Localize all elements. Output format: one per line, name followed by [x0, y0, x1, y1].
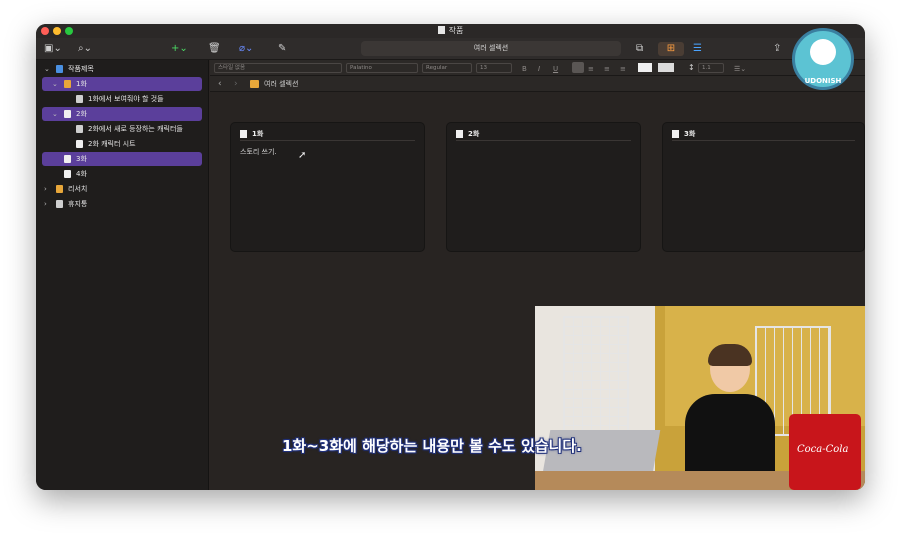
align-center-icon[interactable]: ≡: [588, 62, 594, 76]
chevron-down-icon[interactable]: ⌄: [52, 107, 58, 121]
window-title: 작품: [36, 25, 865, 36]
logo-text: UDONISH: [804, 77, 842, 85]
line-spacing-icon[interactable]: ↕: [688, 61, 695, 75]
corkboard-card[interactable]: 2화: [446, 122, 641, 252]
add-icon[interactable]: +⌄: [171, 42, 188, 56]
outline-view-icon[interactable]: ☰: [693, 42, 702, 56]
path-bar: ‹ › 여러 셀렉션: [210, 76, 865, 92]
card-title: 3화: [672, 129, 855, 141]
forward-arrow-icon[interactable]: ›: [234, 77, 238, 91]
list-icon[interactable]: ☰⌄: [734, 62, 746, 76]
trash-icon[interactable]: 🗑: [208, 42, 221, 56]
attachment-icon[interactable]: ⌀⌄: [239, 42, 253, 56]
chevron-right-icon[interactable]: ›: [44, 182, 47, 196]
binder-item-label: 4화: [76, 170, 87, 178]
binder-item-label: 리서치: [68, 185, 88, 193]
binder-item-label: 2화 캐릭터 시트: [88, 140, 136, 148]
webcam-video-overlay: Coca-Cola: [535, 306, 865, 490]
card-synopsis[interactable]: 스토리 쓰기.: [240, 147, 277, 157]
folder-doc-icon: [456, 130, 463, 138]
chevron-down-icon[interactable]: ⌄: [52, 77, 58, 91]
underline-icon[interactable]: U: [553, 62, 558, 76]
document-icon: [672, 130, 679, 138]
binder-item-research[interactable]: › 리서치: [42, 182, 202, 196]
folder-doc-icon: [64, 110, 71, 118]
binder-item-label: 2화에서 새로 등장하는 캐릭터들: [88, 125, 183, 133]
project-icon: [56, 65, 63, 73]
chevron-right-icon[interactable]: ›: [44, 197, 47, 211]
folder-doc-icon: [64, 80, 71, 88]
binder-item-7[interactable]: 4화: [42, 167, 202, 181]
line-spacing-select[interactable]: 1.1: [698, 63, 724, 73]
document-icon: [76, 125, 83, 133]
binder-item-label: 3화: [76, 155, 87, 163]
sidebar-toggle-icon[interactable]: ▣⌄: [44, 42, 62, 56]
highlight-color-swatch[interactable]: [658, 63, 674, 72]
bold-icon[interactable]: B: [522, 62, 527, 76]
search-icon[interactable]: ⌕⌄: [78, 42, 92, 56]
corkboard-card[interactable]: 3화: [662, 122, 865, 252]
binder-item-4[interactable]: 2화에서 새로 등장하는 캐릭터들: [42, 122, 202, 136]
binder-item-1[interactable]: ⌄ 1화: [42, 77, 202, 91]
wire-shelf: [563, 316, 629, 436]
corkboard-card[interactable]: 1화 스토리 쓰기. ➚: [230, 122, 425, 252]
binder-item-label: 2화: [76, 110, 87, 118]
binder-root[interactable]: ⌄ 작품제목: [42, 62, 202, 76]
align-right-icon[interactable]: ≡: [604, 62, 610, 76]
binder-item-5[interactable]: 2화 캐릭터 시트: [42, 137, 202, 151]
format-bar: 스타일 없음 Palatino Regular 13 B I U ≡ ≡ ≡ ↕…: [210, 60, 865, 76]
binder-item-6[interactable]: 3화: [42, 152, 202, 166]
align-left-icon[interactable]: [572, 62, 584, 73]
back-arrow-icon[interactable]: ‹: [218, 77, 222, 91]
document-icon: [437, 26, 445, 34]
text-color-swatch[interactable]: [638, 63, 652, 72]
toolbar-center-label: 여러 셀렉션: [361, 41, 621, 56]
binder-item-trash[interactable]: › 휴지통: [42, 197, 202, 211]
mouse-cursor-icon: ➚: [298, 150, 307, 161]
card-title: 1화: [240, 129, 415, 141]
binder-item-label: 1화: [76, 80, 87, 88]
document-icon: [76, 95, 83, 103]
document-icon: [76, 140, 83, 148]
multi-selection-icon: [250, 80, 259, 88]
compose-icon[interactable]: ✎: [278, 42, 286, 56]
trash-icon: [56, 200, 63, 208]
binder-item-label: 1화에서 보여줘야 할 것들: [88, 95, 164, 103]
italic-icon[interactable]: I: [538, 62, 540, 76]
font-select[interactable]: Palatino: [346, 63, 418, 73]
card-title: 2화: [456, 129, 631, 141]
video-subtitle: 1화~3화에 해당하는 내용만 볼 수도 있습니다.: [282, 437, 582, 455]
binder-item-label: 휴지통: [68, 200, 88, 208]
toolbar: ▣⌄ ⌕⌄ +⌄ 🗑 ⌀⌄ ✎ 여러 셀렉션 ⧉ ⊞ ☰ ⇪: [36, 38, 865, 60]
cooler-logo-text: Coca-Cola: [797, 444, 849, 455]
document-icon: [64, 170, 71, 178]
binder-sidebar: ⌄ 작품제목 ⌄ 1화 1화에서 보여줘야 할 것들 ⌄ 2화 2화에서 새로 …: [36, 60, 209, 490]
document-icon: [64, 155, 71, 163]
style-select[interactable]: 스타일 없음: [214, 63, 342, 73]
size-select[interactable]: 13: [476, 63, 512, 73]
binder-item-2[interactable]: 1화에서 보여줘야 할 것들: [42, 92, 202, 106]
channel-logo: UDONISH: [792, 28, 854, 90]
title-bar: 작품: [36, 24, 865, 38]
binder-item-3[interactable]: ⌄ 2화: [42, 107, 202, 121]
weight-select[interactable]: Regular: [422, 63, 472, 73]
chevron-down-icon[interactable]: ⌄: [44, 62, 50, 76]
corkboard-view-icon[interactable]: ⊞: [658, 42, 684, 56]
person-hair: [708, 344, 752, 366]
research-folder-icon: [56, 185, 63, 193]
copy-icon[interactable]: ⧉: [636, 42, 643, 56]
path-label: 여러 셀렉션: [264, 80, 299, 88]
logo-face: [810, 39, 836, 65]
binder-root-label: 작품제목: [68, 65, 94, 73]
justify-icon[interactable]: ≡: [620, 62, 626, 76]
scrivener-window: 작품 ▣⌄ ⌕⌄ +⌄ 🗑 ⌀⌄ ✎ 여러 셀렉션 ⧉ ⊞ ☰ ⇪ ⌄ 작품제목…: [36, 24, 865, 490]
share-icon[interactable]: ⇪: [773, 42, 781, 56]
folder-doc-icon: [240, 130, 247, 138]
